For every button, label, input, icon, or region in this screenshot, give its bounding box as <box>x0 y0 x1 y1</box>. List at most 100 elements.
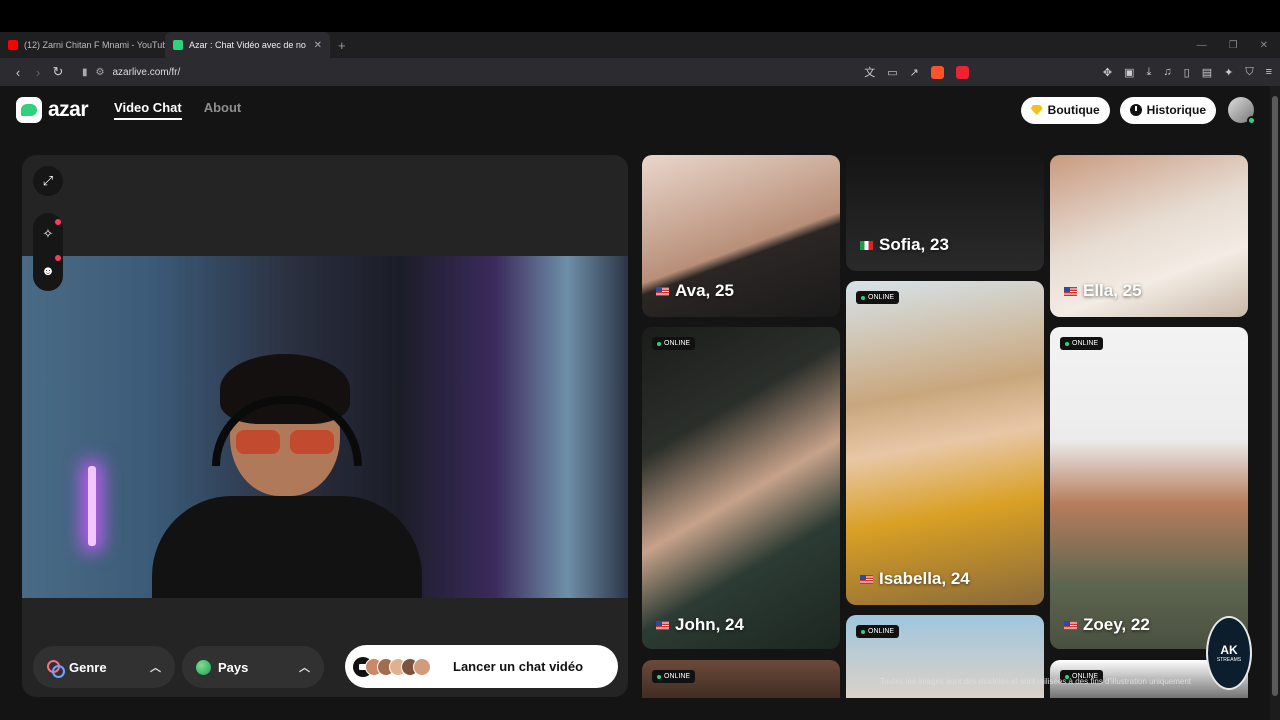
window-controls: — ❐ ✕ <box>1197 32 1268 58</box>
close-window-icon[interactable]: ✕ <box>1260 40 1268 51</box>
gem-icon <box>1030 105 1043 115</box>
watermark-logo: AK STREAMS <box>1206 616 1252 690</box>
profile-name: Sofia, 23 <box>860 235 949 255</box>
brave-shield-icon[interactable] <box>930 65 944 79</box>
profile-name: Ava, 25 <box>656 281 734 301</box>
user-faces-stack <box>365 657 431 676</box>
site-settings-icon[interactable]: ⚙ <box>96 67 105 78</box>
logo-text: azar <box>48 98 89 121</box>
scrollbar-thumb[interactable] <box>1272 96 1278 696</box>
profile-name: Isabella, 24 <box>860 569 970 589</box>
online-badge: ONLINE <box>652 337 696 350</box>
online-badge: ONLINE <box>856 625 900 638</box>
history-button[interactable]: Historique <box>1119 96 1216 124</box>
azar-logo-icon <box>16 97 42 123</box>
restore-icon[interactable]: ❐ <box>1229 40 1238 51</box>
leo-ai-icon[interactable]: ✦ <box>1224 66 1233 79</box>
share-icon[interactable]: ↗ <box>910 66 919 79</box>
profile-card-john[interactable]: ONLINE John, 24 <box>642 327 840 649</box>
notification-dot <box>55 219 61 225</box>
profile-gallery: Ava, 25 ONLINE John, 24 ONLINE Sofia, 23… <box>642 155 1249 698</box>
tab-azar[interactable]: Azar : Chat Vidéo avec de no ✕ <box>165 32 330 58</box>
wallet-icon[interactable]: ▤ <box>1202 66 1212 79</box>
sidebar-icon[interactable]: ▯ <box>1184 66 1190 79</box>
country-label: Pays <box>218 659 249 675</box>
new-tab-button[interactable]: + <box>338 38 346 53</box>
notification-dot <box>55 255 61 261</box>
address-bar: ‹ › ↻ ▮ ⚙ azarlive.com/fr/ 文 ▭ ↗ ✥ ▣ ⤓ ♫… <box>0 58 1280 86</box>
video-chat-panel: ⤢ ✧ ☻ Genre ︿ Pays ︿ Lancer un chat vidé… <box>22 155 628 697</box>
country-filter[interactable]: Pays ︿ <box>182 646 324 688</box>
expand-icon[interactable]: ⤢ <box>33 166 63 196</box>
online-badge: ONLINE <box>652 670 696 683</box>
tab-youtube[interactable]: (12) Zarni Chitan F Mnami - YouTube <box>0 32 165 58</box>
online-badge: ONLINE <box>1060 337 1104 350</box>
screenshot-icon[interactable]: ▣ <box>1124 66 1134 79</box>
download-icon[interactable]: ⤓ <box>1147 66 1152 79</box>
webcam-person <box>142 354 422 598</box>
history-label: Historique <box>1146 103 1206 117</box>
profile-name: Ella, 25 <box>1064 281 1142 301</box>
tab-title: (12) Zarni Chitan F Mnami - YouTube <box>24 40 165 50</box>
media-icon[interactable]: ♫ <box>1163 66 1171 78</box>
nav-video-chat[interactable]: Video Chat <box>114 100 182 120</box>
azar-logo[interactable]: azar <box>16 97 89 123</box>
clock-icon <box>1129 104 1142 116</box>
tab-title: Azar : Chat Vidéo avec de no <box>189 40 306 50</box>
azar-page: azar Video Chat About Boutique Historiqu… <box>0 86 1270 720</box>
shop-label: Boutique <box>1047 103 1100 117</box>
header-actions: Boutique Historique <box>1020 96 1256 125</box>
profile-name: John, 24 <box>656 615 744 635</box>
gender-icon <box>47 659 65 678</box>
start-video-chat-button[interactable]: Lancer un chat vidéo <box>345 645 618 688</box>
extensions-icon[interactable]: ✥ <box>1103 66 1112 79</box>
profile-card-isabella[interactable]: ONLINE Isabella, 24 <box>846 281 1044 605</box>
gender-label: Genre <box>69 659 107 675</box>
gender-filter[interactable]: Genre ︿ <box>33 646 175 688</box>
online-status-dot <box>1247 116 1256 125</box>
online-badge: ONLINE <box>856 291 900 304</box>
vpn-icon[interactable]: ⛉ <box>1245 66 1253 79</box>
forward-icon[interactable]: › <box>28 65 48 80</box>
bookmark-icon[interactable]: ▮ <box>82 67 88 78</box>
url-field[interactable]: ▮ ⚙ azarlive.com/fr/ <box>82 67 802 78</box>
site-header: azar Video Chat About Boutique Historiqu… <box>0 86 1270 134</box>
main-nav: Video Chat About <box>114 100 241 120</box>
menu-icon[interactable]: ≡ <box>1266 66 1272 78</box>
us-flag-icon <box>656 620 669 630</box>
browser-toolbar: 文 ▭ ↗ ✥ ▣ ⤓ ♫ ▯ ▤ ✦ ⛉ ≡ <box>864 64 1272 80</box>
youtube-favicon-icon <box>8 40 18 50</box>
us-flag-icon <box>656 286 669 296</box>
screen-top-bar <box>0 0 1280 32</box>
us-flag-icon <box>860 574 873 584</box>
user-avatar[interactable] <box>1228 97 1256 125</box>
us-flag-icon <box>1064 620 1077 630</box>
self-camera-preview <box>22 256 628 598</box>
tab-strip: (12) Zarni Chitan F Mnami - YouTube Azar… <box>0 32 1280 58</box>
start-video-chat-label: Lancer un chat vidéo <box>453 659 584 674</box>
italy-flag-icon <box>860 240 873 250</box>
profile-card-ava[interactable]: Ava, 25 <box>642 155 840 317</box>
reload-icon[interactable]: ↻ <box>48 64 68 80</box>
cast-icon[interactable]: ▭ <box>887 66 897 79</box>
minimize-icon[interactable]: — <box>1197 40 1207 51</box>
chevron-up-icon: ︿ <box>299 662 310 674</box>
globe-icon <box>196 659 211 675</box>
profile-card-sofia[interactable]: Sofia, 23 <box>846 155 1044 271</box>
translate-icon[interactable]: 文 <box>864 64 875 80</box>
chevron-up-icon: ︿ <box>150 662 161 674</box>
azar-favicon-icon <box>173 40 183 50</box>
brave-rewards-icon[interactable] <box>955 65 969 79</box>
nav-about[interactable]: About <box>204 100 242 120</box>
profile-card-ella[interactable]: Ella, 25 <box>1050 155 1248 317</box>
profile-card[interactable]: ONLINE <box>642 660 840 698</box>
back-icon[interactable]: ‹ <box>8 65 28 80</box>
illustration-disclaimer: Toutes les images sont des modèles et so… <box>880 677 1192 686</box>
page-scrollbar[interactable] <box>1270 86 1280 720</box>
profile-card-zoey[interactable]: ONLINE Zoey, 22 <box>1050 327 1248 649</box>
close-tab-icon[interactable]: ✕ <box>314 40 322 51</box>
light-bar <box>88 466 96 546</box>
shop-button[interactable]: Boutique <box>1020 96 1110 124</box>
effects-toolbar: ✧ ☻ <box>33 213 63 291</box>
url-text: azarlive.com/fr/ <box>112 66 181 78</box>
